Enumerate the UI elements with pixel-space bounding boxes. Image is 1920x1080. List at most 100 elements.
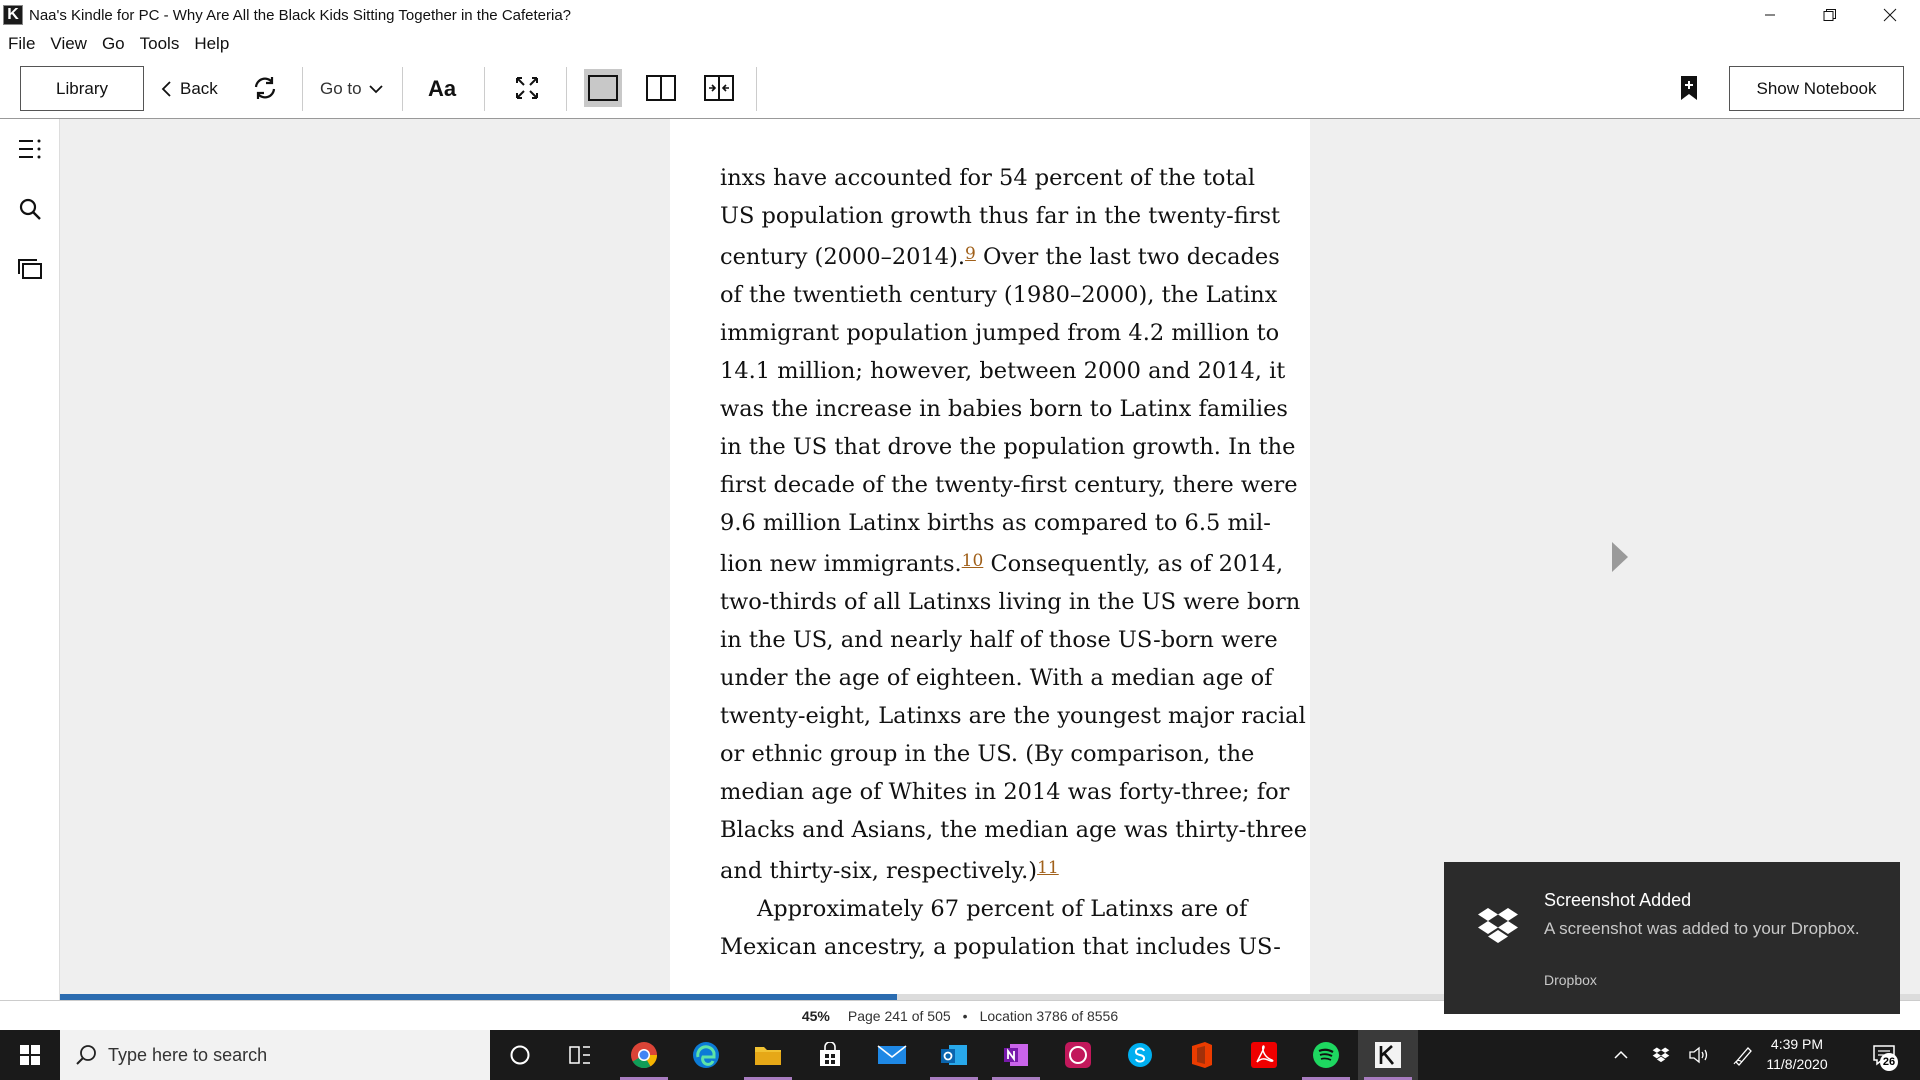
taskbar-office[interactable] bbox=[1172, 1030, 1232, 1080]
book-text-line: Approximately 67 percent of Latinxs are … bbox=[720, 890, 1280, 928]
taskbar-store[interactable] bbox=[800, 1030, 860, 1080]
restore-button[interactable] bbox=[1800, 0, 1860, 30]
book-text-segment: 9.6 million Latinx births as compared to… bbox=[720, 510, 1271, 536]
book-text-segment: or ethnic group in the US. (By compariso… bbox=[720, 741, 1255, 767]
taskbar-clock[interactable]: 4:39 PM 11/8/2020 bbox=[1752, 1034, 1842, 1074]
two-column-button[interactable] bbox=[642, 69, 680, 107]
book-text: inxs have accounted for 54 percent of th… bbox=[720, 159, 1307, 966]
book-text-line: Blacks and Asians, the median age was th… bbox=[720, 811, 1307, 849]
taskbar-skype[interactable] bbox=[1110, 1030, 1170, 1080]
window-controls bbox=[1740, 0, 1920, 30]
close-icon bbox=[1883, 8, 1897, 22]
toolbar-divider bbox=[756, 67, 757, 111]
go-to-button[interactable]: Go to bbox=[320, 66, 384, 111]
mail-icon bbox=[877, 1045, 907, 1064]
two-page-icon bbox=[646, 75, 676, 101]
book-text-segment: Mexican ancestry, a population that incl… bbox=[720, 934, 1281, 960]
next-page-arrow-icon[interactable] bbox=[1610, 542, 1630, 572]
taskbar-mail[interactable] bbox=[862, 1030, 922, 1080]
footnote-link[interactable]: 11 bbox=[1037, 858, 1059, 878]
dropbox-notification-toast[interactable]: Screenshot Added A screenshot was added … bbox=[1444, 862, 1900, 1014]
taskbar-edge[interactable] bbox=[676, 1030, 736, 1080]
close-button[interactable] bbox=[1860, 0, 1920, 30]
taskbar-outlook[interactable] bbox=[924, 1030, 984, 1080]
book-text-segment: Consequently, as of 2014, bbox=[983, 551, 1284, 577]
book-text-segment: Approximately 67 percent of Latinxs are … bbox=[757, 896, 1248, 922]
show-hidden-icons-button[interactable] bbox=[1606, 1030, 1636, 1080]
book-page[interactable]: inxs have accounted for 54 percent of th… bbox=[670, 119, 1310, 994]
menu-go[interactable]: Go bbox=[102, 34, 125, 54]
edge-icon bbox=[693, 1042, 719, 1068]
book-text-segment: two-thirds of all Latinxs living in the … bbox=[720, 589, 1301, 615]
show-notebook-button[interactable]: Show Notebook bbox=[1729, 66, 1904, 111]
book-text-line: lion new immigrants.10 Consequently, as … bbox=[720, 542, 1284, 583]
onenote-icon bbox=[1004, 1044, 1028, 1066]
tray-volume[interactable] bbox=[1684, 1030, 1714, 1080]
menu-help[interactable]: Help bbox=[194, 34, 229, 54]
book-text-segment: inxs have accounted for 54 percent of th… bbox=[720, 165, 1256, 191]
single-column-button[interactable] bbox=[584, 69, 622, 107]
taskbar-onenote[interactable] bbox=[986, 1030, 1046, 1080]
menu-view[interactable]: View bbox=[50, 34, 87, 54]
taskbar-spotify[interactable] bbox=[1296, 1030, 1356, 1080]
sync-icon bbox=[254, 77, 276, 99]
dropbox-icon bbox=[1652, 1047, 1670, 1063]
dropbox-icon bbox=[1478, 908, 1518, 943]
taskbar-acrobat[interactable] bbox=[1234, 1030, 1294, 1080]
folder-icon bbox=[755, 1047, 781, 1065]
library-button[interactable]: Library bbox=[20, 66, 144, 111]
search-placeholder: Type here to search bbox=[108, 1044, 268, 1065]
search-icon bbox=[76, 1045, 96, 1065]
book-text-line: of the twentieth century (1980–2000), th… bbox=[720, 276, 1280, 314]
taskbar-whatsapp[interactable] bbox=[1048, 1030, 1108, 1080]
window-title: Naa's Kindle for PC - Why Are All the Bl… bbox=[29, 6, 572, 24]
tray-dropbox[interactable] bbox=[1646, 1030, 1676, 1080]
back-label: Back bbox=[180, 78, 218, 98]
left-rail bbox=[0, 119, 60, 1001]
book-text-line: in the US that drove the population grow… bbox=[720, 428, 1295, 466]
add-bookmark-button[interactable] bbox=[1676, 73, 1702, 103]
fullscreen-button[interactable] bbox=[512, 71, 542, 105]
go-to-label: Go to bbox=[320, 78, 362, 98]
cortana-button[interactable] bbox=[490, 1030, 550, 1080]
taskbar-file-explorer[interactable] bbox=[738, 1030, 798, 1080]
chrome-icon bbox=[631, 1042, 658, 1069]
back-button[interactable]: Back bbox=[160, 66, 218, 111]
menu-tools[interactable]: Tools bbox=[140, 34, 180, 54]
bookmark-plus-icon bbox=[1681, 76, 1697, 100]
search-button[interactable] bbox=[14, 193, 46, 225]
font-settings-button[interactable]: Aa bbox=[428, 66, 456, 111]
fullscreen-icon bbox=[516, 77, 538, 99]
book-text-segment: century (2000–2014). bbox=[720, 244, 966, 270]
toast-message: A screenshot was added to your Dropbox. bbox=[1544, 919, 1860, 938]
book-text-line: in the US, and nearly half of those US-b… bbox=[720, 621, 1280, 659]
book-text-segment: median age of Whites in 2014 was forty-t… bbox=[720, 779, 1290, 805]
restore-icon bbox=[1823, 9, 1836, 21]
menu-bar: File View Go Tools Help bbox=[0, 30, 1920, 57]
taskbar-chrome[interactable] bbox=[614, 1030, 674, 1080]
taskbar-kindle[interactable] bbox=[1358, 1030, 1418, 1080]
spotify-icon bbox=[1313, 1042, 1339, 1068]
footnote-link[interactable]: 9 bbox=[965, 244, 976, 264]
kindle-app-icon: K bbox=[3, 5, 23, 25]
flashcards-button[interactable] bbox=[14, 253, 46, 285]
taskbar-search-box[interactable]: Type here to search bbox=[60, 1030, 490, 1080]
menu-file[interactable]: File bbox=[8, 34, 35, 54]
windows-taskbar: Type here to search 4:39 PM 11/8/2020 26 bbox=[0, 1030, 1920, 1080]
footnote-link[interactable]: 10 bbox=[962, 551, 984, 571]
sync-button[interactable] bbox=[248, 71, 282, 105]
page-flip-icon bbox=[704, 75, 734, 101]
single-page-icon bbox=[588, 75, 618, 101]
start-button[interactable] bbox=[0, 1030, 60, 1080]
table-of-contents-button[interactable] bbox=[14, 133, 46, 165]
book-text-segment: immigrant population jumped from 4.2 mil… bbox=[720, 320, 1280, 346]
page-indicator: Page 241 of 505 bbox=[847, 1007, 951, 1024]
toast-title: Screenshot Added bbox=[1544, 890, 1692, 910]
chevron-up-icon bbox=[1614, 1050, 1628, 1059]
minimize-button[interactable] bbox=[1740, 0, 1800, 30]
page-flip-button[interactable] bbox=[700, 69, 738, 107]
notification-count-badge: 26 bbox=[1880, 1053, 1898, 1071]
book-text-segment: US population growth thus far in the twe… bbox=[720, 203, 1281, 229]
book-text-line: 9.6 million Latinx births as compared to… bbox=[720, 504, 1280, 542]
task-view-button[interactable] bbox=[550, 1030, 610, 1080]
